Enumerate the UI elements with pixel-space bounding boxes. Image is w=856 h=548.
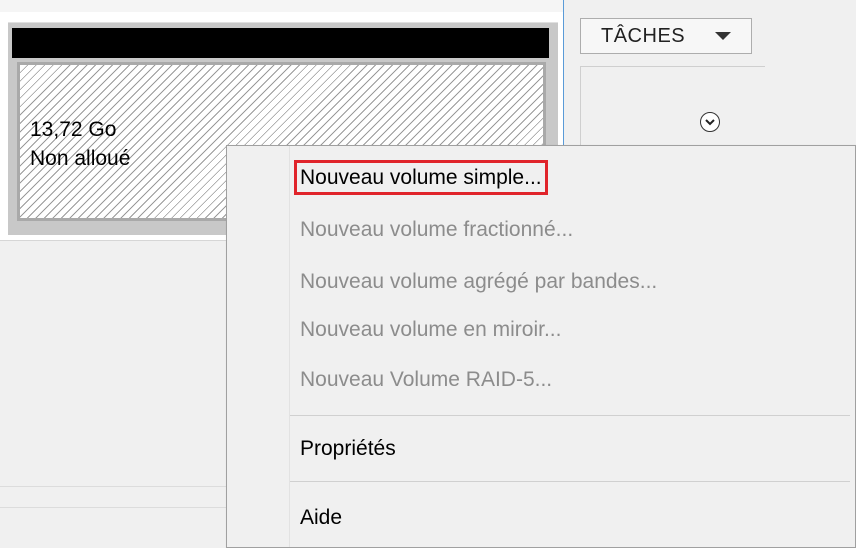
pane-top-strip: [0, 0, 563, 12]
menu-item-label: Nouveau volume fractionné...: [300, 218, 574, 241]
menu-separator: [290, 415, 850, 416]
menu-item-new-spanned-volume[interactable]: Nouveau volume fractionné...: [290, 210, 850, 250]
chevron-glyph: [705, 118, 715, 125]
menu-item-label: Nouveau Volume RAID-5...: [300, 368, 553, 391]
chevron-down-icon: [715, 32, 731, 40]
menu-item-label: Propriétés: [300, 437, 396, 460]
menu-item-label: Nouveau volume simple...: [294, 160, 548, 195]
menu-separator: [290, 481, 850, 482]
unallocated-info: 13,72 Go Non alloué: [30, 115, 130, 173]
menu-item-label: Nouveau volume en miroir...: [300, 318, 562, 341]
tasks-dropdown-button[interactable]: TÂCHES: [580, 18, 752, 54]
menu-item-new-raid5-volume[interactable]: Nouveau Volume RAID-5...: [290, 360, 850, 400]
tasks-label: TÂCHES: [601, 24, 686, 47]
disk-management-screen: 13,72 Go Non alloué TÂCHES Nouveau volum…: [0, 0, 856, 548]
menu-item-label: Nouveau volume agrégé par bandes...: [300, 270, 658, 293]
unallocated-size: 13,72 Go: [30, 118, 117, 141]
menu-item-label: Aide: [300, 506, 343, 529]
menu-item-help[interactable]: Aide: [290, 498, 850, 538]
disk-header-bar: [12, 28, 549, 58]
chevron-circle-down-icon[interactable]: [700, 112, 720, 132]
menu-item-new-mirrored-volume[interactable]: Nouveau volume en miroir...: [290, 310, 850, 350]
context-menu: Nouveau volume simple... Nouveau volume …: [226, 145, 856, 548]
unallocated-status: Non alloué: [30, 147, 131, 170]
menu-icon-gutter: [227, 146, 289, 547]
menu-item-new-striped-volume[interactable]: Nouveau volume agrégé par bandes...: [290, 262, 850, 302]
menu-item-properties[interactable]: Propriétés: [290, 429, 850, 469]
task-panel: [580, 66, 765, 157]
menu-item-new-simple-volume[interactable]: Nouveau volume simple...: [290, 158, 850, 198]
